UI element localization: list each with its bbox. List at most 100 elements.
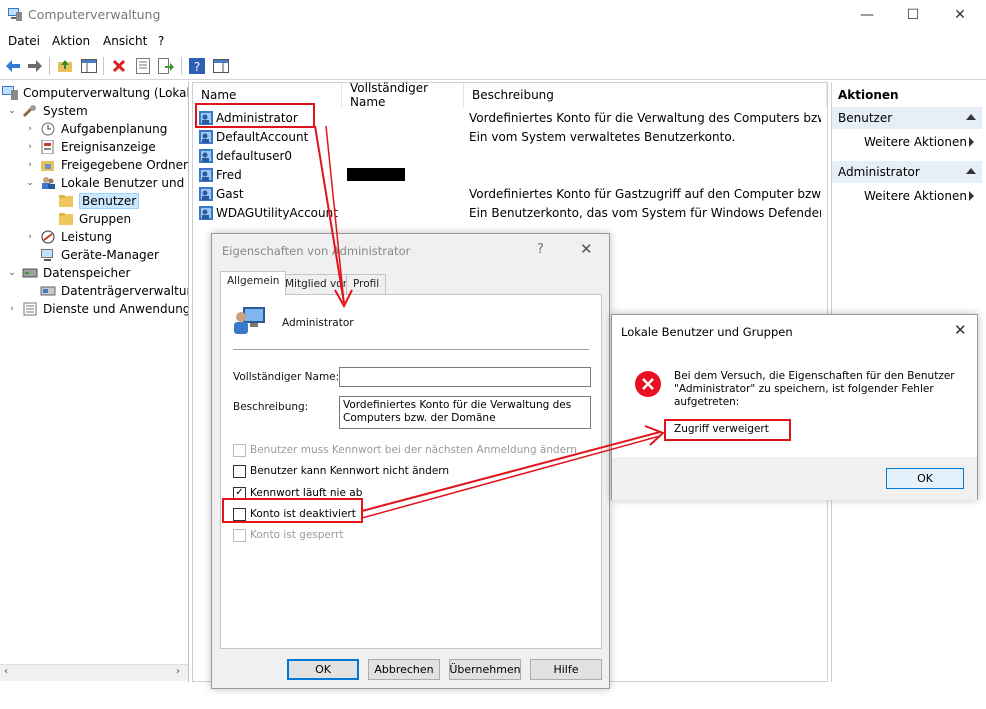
checkbox-3[interactable]: Konto ist deaktiviert [233,506,356,522]
full-name-input[interactable] [339,367,591,387]
tree-item-aufgabenplanung[interactable]: › Aufgabenplanung [24,120,167,138]
table-row[interactable]: Gast Vordefiniertes Konto für Gastzugriff… [193,185,827,204]
menu-ansicht[interactable]: Ansicht [103,34,147,48]
actions-section-benutzer[interactable]: Benutzer [832,107,982,129]
show-hide-tree-icon[interactable] [79,56,99,76]
collapse-icon[interactable]: ⌄ [6,106,18,116]
help-icon[interactable]: ? [187,56,207,76]
user-icon [199,187,213,201]
properties-icon[interactable] [133,56,153,76]
folder-icon [59,213,73,225]
collapse-icon[interactable]: ⌄ [24,178,36,188]
tab-profil[interactable]: Profil [346,274,387,294]
minimize-button[interactable]: — [844,2,890,28]
users-icon [42,177,55,189]
back-icon[interactable] [3,56,23,76]
help-button[interactable]: Hilfe [530,659,602,680]
row-name: WDAGUtilityAccount [216,206,338,220]
row-description: Vordefiniertes Konto für Gastzugriff auf… [469,187,821,201]
scroll-right-icon[interactable]: › [176,666,180,677]
user-icon [199,206,213,220]
title-bar: Computerverwaltung — ☐ ✕ [0,0,986,30]
event-viewer-icon [41,140,54,154]
expand-icon[interactable]: › [24,232,36,242]
action-weitere-aktionen-benutzer[interactable]: Weitere Aktionen [832,132,982,152]
expand-icon[interactable]: › [24,124,36,134]
clock-icon [41,122,55,136]
checkbox-2[interactable]: ✓ Kennwort läuft nie ab [233,485,362,501]
cancel-button[interactable]: Abbrechen [368,659,440,680]
toolbar: ? [0,52,986,80]
tab-allgemein[interactable]: Allgemein [220,271,287,295]
storage-icon [22,268,38,278]
tree-item-geraete-manager[interactable]: Geräte-Manager [40,246,159,264]
user-icon [199,111,213,125]
window-title: Computerverwaltung [28,7,161,22]
ok-button[interactable]: OK [287,659,359,680]
expand-icon[interactable]: › [24,142,36,152]
table-row[interactable]: Fred [193,166,827,185]
user-icon [199,130,213,144]
table-row[interactable]: DefaultAccount Ein vom System verwaltetes… [193,128,827,147]
tab-mitglied-von[interactable]: Mitglied von [278,274,357,294]
error-code: Zugriff verweigert [674,423,769,435]
collapse-icon[interactable]: ⌄ [6,268,18,278]
row-description: Vordefiniertes Konto für die Verwaltung … [469,111,821,125]
dialog-close-button[interactable]: ✕ [580,240,593,258]
close-button[interactable]: ✕ [937,2,983,28]
delete-icon[interactable] [109,56,129,76]
dialog-help-button[interactable]: ? [537,242,544,257]
collapse-arrow-icon[interactable] [966,168,976,174]
expand-icon[interactable]: › [6,304,18,314]
table-row[interactable]: defaultuser0 [193,147,827,166]
tree-item-benutzer[interactable]: Benutzer [58,192,140,210]
error-dialog-close-button[interactable]: ✕ [954,321,967,339]
scroll-left-icon[interactable]: ‹ [4,666,8,677]
checkbox-box[interactable] [233,464,246,478]
export-icon[interactable] [156,56,176,76]
up-folder-icon[interactable] [55,56,75,76]
collapse-arrow-icon[interactable] [966,114,976,120]
actions-section-administrator[interactable]: Administrator [832,161,982,183]
action-weitere-aktionen-administrator[interactable]: Weitere Aktionen [832,186,982,206]
tree-item-lokale-benutzer[interactable]: ⌄ Lokale Benutzer und Gr [24,174,188,192]
table-row[interactable]: WDAGUtilityAccount Ein Benutzerkonto, das… [193,204,827,223]
description-input[interactable]: Vordefiniertes Konto für die Verwaltung … [339,396,591,429]
tree-item-freigegebene-ordner[interactable]: › Freigegebene Ordner [24,156,188,174]
checkbox-box[interactable] [233,507,246,521]
full-name-label: Vollständiger Name: [233,371,340,383]
row-name: defaultuser0 [216,149,293,163]
tree-item-dienste[interactable]: › Dienste und Anwendungen [6,300,188,318]
tree-item-datentraegerverwaltung[interactable]: Datenträgerverwaltung [40,282,188,300]
forward-icon[interactable] [25,56,45,76]
tab-panel-allgemein: Administrator Vollständiger Name: Beschr… [220,294,602,649]
column-header-full-name[interactable]: Vollständiger Name [342,81,464,109]
error-ok-button[interactable]: OK [886,468,964,489]
tree-horizontal-scrollbar[interactable]: ‹ › [0,664,188,681]
maximize-button[interactable]: ☐ [890,2,936,28]
folder-icon [59,195,73,207]
row-name: Administrator [216,111,298,125]
row-name: Fred [216,168,242,182]
performance-icon [41,230,55,244]
apply-button[interactable]: Übernehmen [449,659,521,680]
tree-item-datenspeicher[interactable]: ⌄ Datenspeicher [6,264,130,282]
checkbox-1[interactable]: Benutzer kann Kennwort nicht ändern [233,463,449,479]
tree-item-ereignisanzeige[interactable]: › Ereignisanzeige [24,138,156,156]
checkbox-box [233,528,246,542]
user-icon [199,168,213,182]
menu-help[interactable]: ? [158,34,164,48]
tree-root[interactable]: Computerverwaltung (Lokal) [2,84,188,102]
column-header-description[interactable]: Beschreibung [464,83,827,107]
column-header-name[interactable]: Name [193,83,342,107]
tree-item-gruppen[interactable]: Gruppen [58,210,131,228]
table-row[interactable]: Administrator Vordefiniertes Konto für di… [193,109,827,128]
expand-icon[interactable]: › [24,160,36,170]
tree-item-system[interactable]: ⌄ System [6,102,88,120]
error-dialog-title: Lokale Benutzer und Gruppen [621,325,793,339]
checkbox-box[interactable]: ✓ [233,486,246,500]
menu-datei[interactable]: Datei [8,34,40,48]
menu-aktion[interactable]: Aktion [52,34,90,48]
show-hide-action-pane-icon[interactable] [211,56,231,76]
tree-item-leistung[interactable]: › Leistung [24,228,112,246]
